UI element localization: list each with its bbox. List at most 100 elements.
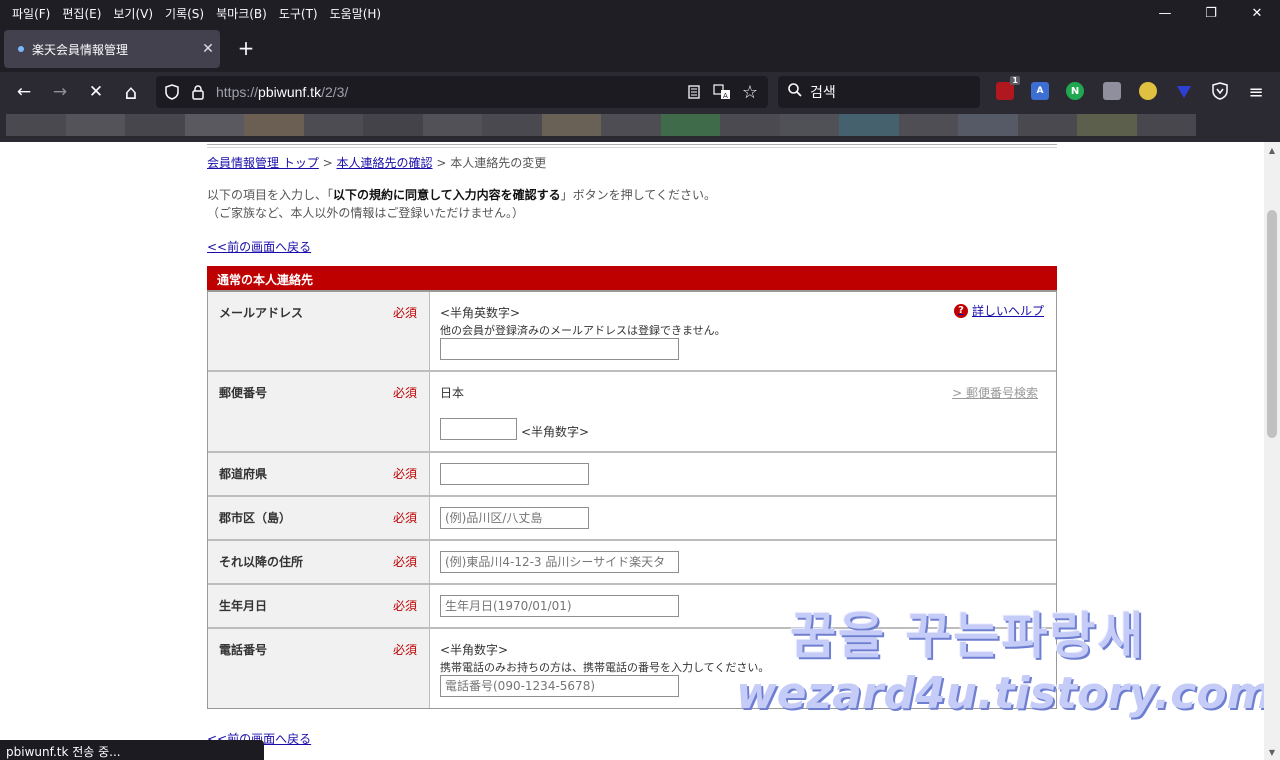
intro-line-1: 以下の項目を入力し、「以下の規約に同意して入力内容を確認する」ボタンを押してくだ… <box>207 186 716 204</box>
input-cell <box>430 541 1056 583</box>
form-row-prefecture: 都道府県 必須 <box>208 453 1056 497</box>
menu-item[interactable]: 도구(T) <box>273 5 324 22</box>
bookmark-item[interactable] <box>1017 114 1077 136</box>
extension-badge: 1 <box>1010 76 1020 85</box>
watermark-url: wezard4u.tistory.com <box>736 668 1264 719</box>
bookmark-item[interactable] <box>779 114 839 136</box>
label-cell: それ以降の住所 必須 <box>208 541 430 583</box>
bookmark-item[interactable] <box>303 114 363 136</box>
label-cell: 生年月日 必須 <box>208 585 430 627</box>
menu-item[interactable]: 편집(E) <box>56 5 107 22</box>
home-button[interactable]: ⌂ <box>117 78 145 106</box>
intro-text: 以下の項目を入力し、「以下の規約に同意して入力内容を確認する」ボタンを押してくだ… <box>207 186 716 222</box>
prefecture-label: 都道府県 <box>219 467 268 481</box>
scroll-thumb[interactable] <box>1267 210 1277 438</box>
intro-pre: 以下の項目を入力し、「 <box>207 188 334 202</box>
privacy-extension-icon[interactable] <box>1103 82 1121 100</box>
address-label: それ以降の住所 <box>219 555 304 569</box>
bookmark-item[interactable] <box>839 114 899 136</box>
bookmark-item[interactable] <box>1077 114 1137 136</box>
bookmark-item[interactable] <box>958 114 1018 136</box>
breadcrumb-top-link[interactable]: 会員情報管理 トップ <box>207 156 319 170</box>
input-cell: <半角英数字> 他の会員が登録済みのメールアドレスは登録できません。 ? 詳しいヘ… <box>430 292 1056 370</box>
bookmark-item[interactable] <box>184 114 244 136</box>
label-cell: メールアドレス 必須 <box>208 292 430 370</box>
bookmark-item[interactable] <box>541 114 601 136</box>
email-input[interactable] <box>440 338 679 360</box>
new-tab-button[interactable]: + <box>232 34 260 62</box>
zip-format-note: <半角数字> <box>521 425 590 439</box>
bookmark-item[interactable] <box>482 114 542 136</box>
url-text[interactable]: https://pbiwunf.tk/2/3/ <box>216 84 348 100</box>
prefecture-input[interactable] <box>440 463 589 485</box>
translate-extension-icon[interactable]: A <box>1031 82 1049 100</box>
menu-item[interactable]: 도움말(H) <box>324 5 388 22</box>
svg-text:A: A <box>723 92 728 100</box>
url-host: pbiwunf.tk <box>258 84 322 100</box>
form-row-city: 郡市区（島） 必須 <box>208 497 1056 541</box>
menu-item[interactable]: 기록(S) <box>159 5 210 22</box>
required-badge: 必須 <box>393 511 418 525</box>
bookmark-item[interactable] <box>720 114 780 136</box>
bookmark-item[interactable] <box>244 114 304 136</box>
bookmark-item[interactable] <box>363 114 423 136</box>
bookmark-item[interactable] <box>422 114 482 136</box>
bookmark-item[interactable] <box>660 114 720 136</box>
back-link-top[interactable]: <<前の画面へ戻る <box>207 238 311 255</box>
reader-view-icon[interactable] <box>684 82 704 102</box>
phone-mobile-note: 携帯電話のみお持ちの方は、携帯電話の番号を入力してください。 <box>440 661 770 674</box>
forward-button[interactable]: → <box>46 78 74 106</box>
bookmark-star-icon[interactable]: ☆ <box>740 82 760 103</box>
top-divider <box>207 144 1057 148</box>
zip-search-link[interactable]: > 郵便番号検索 <box>952 384 1038 401</box>
scroll-up-icon[interactable]: ▲ <box>1264 142 1280 158</box>
n-extension-icon[interactable]: N <box>1066 82 1084 100</box>
label-cell: 電話番号 必須 <box>208 629 430 708</box>
breadcrumb-confirm-link[interactable]: 本人連絡先の確認 <box>337 156 433 170</box>
bookmarks-bar <box>0 112 1280 142</box>
shield-icon[interactable] <box>162 82 182 102</box>
menu-item[interactable]: 파일(F) <box>6 5 56 22</box>
vpn-extension-icon[interactable] <box>1175 82 1193 100</box>
section-title: 通常の本人連絡先 <box>207 266 1057 290</box>
blurred-bookmarks <box>6 114 1196 136</box>
restore-button[interactable]: ❐ <box>1188 0 1234 26</box>
bookmark-item[interactable] <box>601 114 661 136</box>
tab-rakuten[interactable]: 楽天会員情報管理 ✕ <box>4 30 220 68</box>
bookmark-item[interactable] <box>125 114 185 136</box>
back-button[interactable]: ← <box>10 78 38 106</box>
bookmark-item[interactable] <box>898 114 958 136</box>
label-cell: 都道府県 必須 <box>208 453 430 495</box>
stop-button[interactable]: ✕ <box>82 78 110 106</box>
bookmark-item[interactable] <box>1136 114 1196 136</box>
lock-icon[interactable] <box>188 82 208 102</box>
tab-close-icon[interactable]: ✕ <box>196 41 220 57</box>
menu-item[interactable]: 보기(V) <box>107 5 159 22</box>
help-link[interactable]: ? 詳しいヘルプ <box>953 302 1044 319</box>
required-badge: 必須 <box>393 643 418 657</box>
city-input[interactable] <box>440 507 589 529</box>
globe-extension-icon[interactable] <box>1139 82 1157 100</box>
phone-input[interactable] <box>440 675 679 697</box>
birthday-input[interactable] <box>440 595 679 617</box>
birthday-label: 生年月日 <box>219 599 268 613</box>
tab-title: 楽天会員情報管理 <box>32 42 129 57</box>
form-row-zip: 郵便番号 必須 日本 > 郵便番号検索 <半角数字> <box>208 372 1056 453</box>
ublock-extension-icon[interactable]: 1 <box>996 76 1020 100</box>
translate-icon[interactable]: A <box>712 82 732 102</box>
zip-input[interactable] <box>440 418 517 440</box>
menu-hamburger-icon[interactable]: ≡ <box>1242 78 1270 106</box>
bookmark-item[interactable] <box>6 114 66 136</box>
close-window-button[interactable]: ✕ <box>1234 0 1280 26</box>
bookmark-item[interactable] <box>65 114 125 136</box>
minimize-button[interactable]: — <box>1142 0 1188 26</box>
search-bar[interactable]: 검색 <box>778 76 980 108</box>
page-scrollbar[interactable]: ▲ ▼ <box>1264 142 1280 760</box>
url-bar[interactable]: https://pbiwunf.tk/2/3/ A ☆ <box>156 76 768 108</box>
form-row-address: それ以降の住所 必須 <box>208 541 1056 585</box>
address-input[interactable] <box>440 551 679 573</box>
menu-item[interactable]: 북마크(B) <box>210 5 273 22</box>
help-icon: ? <box>953 303 968 318</box>
scroll-down-icon[interactable]: ▼ <box>1264 744 1280 760</box>
shield-extension-icon[interactable] <box>1211 82 1229 100</box>
